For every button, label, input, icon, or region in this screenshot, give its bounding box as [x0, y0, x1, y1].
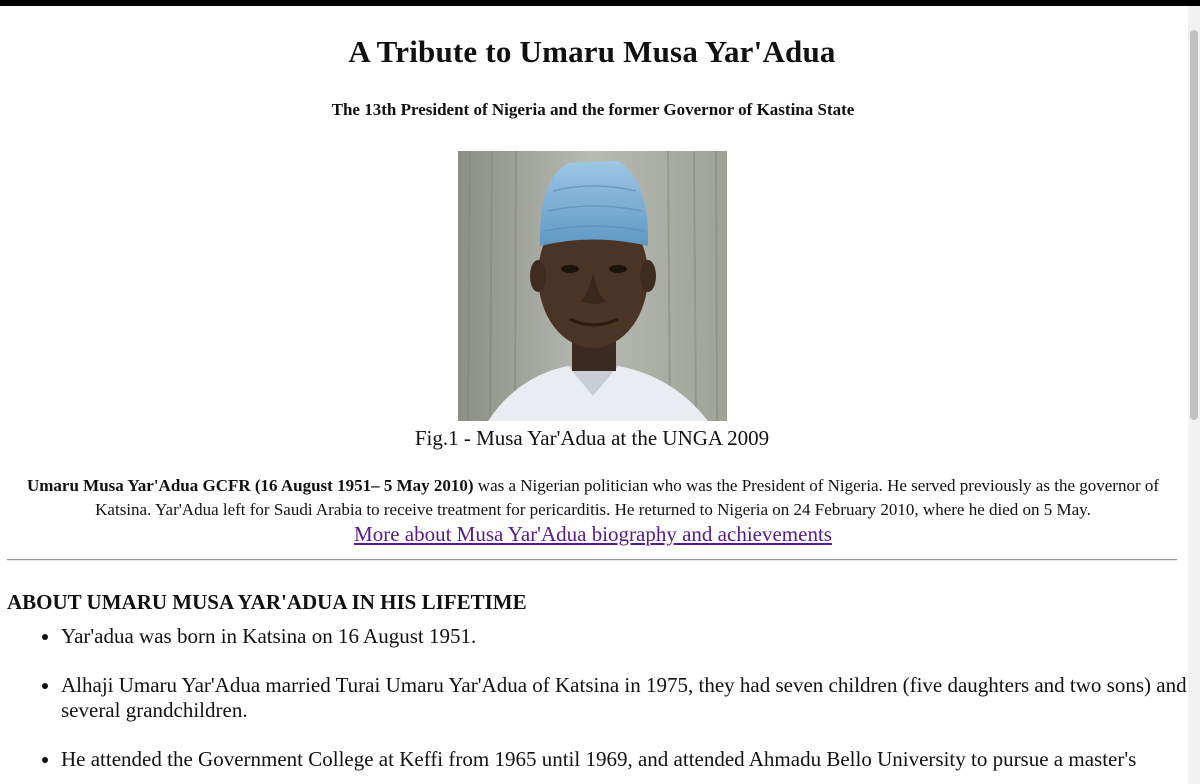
- list-item: Alhaji Umaru Yar'Adua married Turai Umar…: [61, 673, 1188, 723]
- portrait-image: [458, 151, 727, 421]
- facts-list: Yar'adua was born in Katsina on 16 Augus…: [0, 624, 1188, 784]
- list-item: Yar'adua was born in Katsina on 16 Augus…: [61, 624, 1188, 649]
- page-title: A Tribute to Umaru Musa Yar'Adua: [348, 34, 836, 69]
- page-subtitle: The 13th President of Nigeria and the fo…: [331, 100, 855, 119]
- list-item: He attended the Government College at Ke…: [61, 747, 1188, 772]
- section-heading: ABOUT UMARU MUSA YAR'ADUA IN HIS LIFETIM…: [7, 590, 527, 614]
- horizontal-divider: [7, 559, 1177, 561]
- scrollbar-thumb[interactable]: [1190, 30, 1198, 420]
- biography-link[interactable]: More about Musa Yar'Adua biography and a…: [0, 522, 1186, 547]
- figure-caption: Fig.1 - Musa Yar'Adua at the UNGA 2009: [414, 426, 770, 450]
- page-content: A Tribute to Umaru Musa Yar'Adua The 13t…: [0, 6, 1188, 784]
- intro-paragraph: Umaru Musa Yar'Adua GCFR (16 August 1951…: [18, 474, 1168, 522]
- intro-bold-lead: Umaru Musa Yar'Adua GCFR (16 August 1951…: [26, 476, 474, 495]
